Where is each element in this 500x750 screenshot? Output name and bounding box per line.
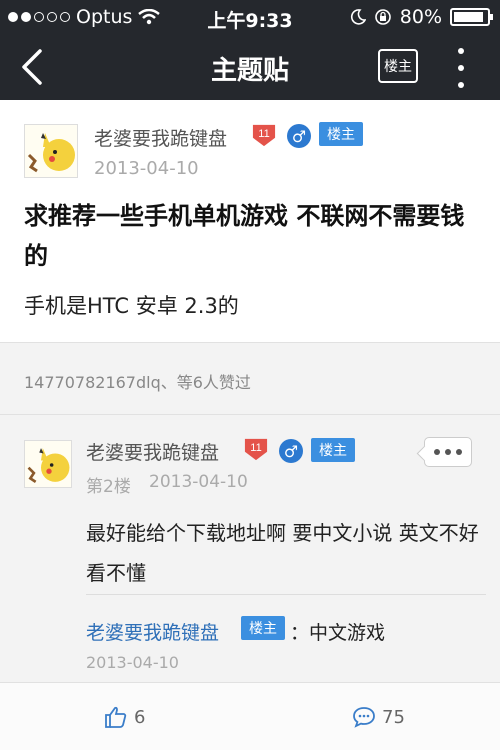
likes-text[interactable]: 14770782167dlq、等6人赞过 [24, 369, 251, 393]
like-button[interactable]: 6 [104, 705, 145, 729]
post-body: 手机是HTC 安卓 2.3的 [24, 294, 239, 318]
louzhu-badge: 楼主 [319, 122, 363, 146]
rotation-lock-icon [374, 9, 391, 25]
sub-reply-louzhu-badge: 楼主 [241, 616, 285, 640]
comment-count: 75 [382, 706, 405, 728]
page-title: 主题贴 [210, 56, 289, 86]
sub-reply-author[interactable]: 老婆要我跪键盘 [86, 618, 219, 645]
reply-date: 2013-04-10 [149, 472, 248, 492]
male-icon: ♂ [287, 124, 311, 148]
reply-more-button[interactable] [424, 437, 472, 467]
like-count: 6 [134, 706, 146, 728]
thumbs-up-icon [105, 706, 127, 728]
sub-reply-text: ：中文游戏 [290, 622, 386, 644]
reply-level-number: 11 [250, 442, 261, 454]
only-louzhu-button[interactable]: 楼主 [378, 49, 418, 83]
reply-author-name[interactable]: 老婆要我跪键盘 [86, 438, 219, 465]
reply-louzhu-badge: 楼主 [311, 438, 355, 462]
comment-icon [353, 707, 375, 728]
reply-text: 最好能给个下载地址啊 要中文小说 英文不好看不懂 [86, 521, 479, 585]
reply-male-icon: ♂ [279, 439, 303, 463]
top-bar: Optus 上午9:33 80% 主题贴 楼主 [0, 0, 500, 100]
reply-avatar[interactable] [24, 440, 72, 488]
avatar[interactable] [24, 124, 78, 178]
status-bar: Optus 上午9:33 80% [0, 0, 500, 34]
post-date: 2013-04-10 [94, 158, 199, 179]
likes-row[interactable]: 14770782167dlq、等6人赞过 [0, 343, 500, 415]
level-badge: 11 [252, 124, 276, 147]
more-menu-icon[interactable] [453, 48, 469, 88]
divider [86, 594, 486, 595]
battery-icon [450, 8, 493, 26]
sub-reply-date: 2013-04-10 [86, 653, 179, 672]
post-author-name[interactable]: 老婆要我跪键盘 [94, 124, 227, 151]
level-number: 11 [258, 128, 269, 140]
battery-percent: 80% [399, 6, 442, 28]
reply-floor: 第2楼 [86, 477, 131, 497]
nav-bar: 主题贴 楼主 [0, 34, 500, 100]
bottom-bar: 6 75 [0, 682, 500, 750]
moon-icon [350, 9, 366, 25]
post-title: 求推荐一些手机单机游戏 不联网不需要钱的 [24, 202, 465, 270]
reply-level-badge: 11 [244, 438, 268, 461]
comment-button[interactable]: 75 [352, 705, 405, 729]
